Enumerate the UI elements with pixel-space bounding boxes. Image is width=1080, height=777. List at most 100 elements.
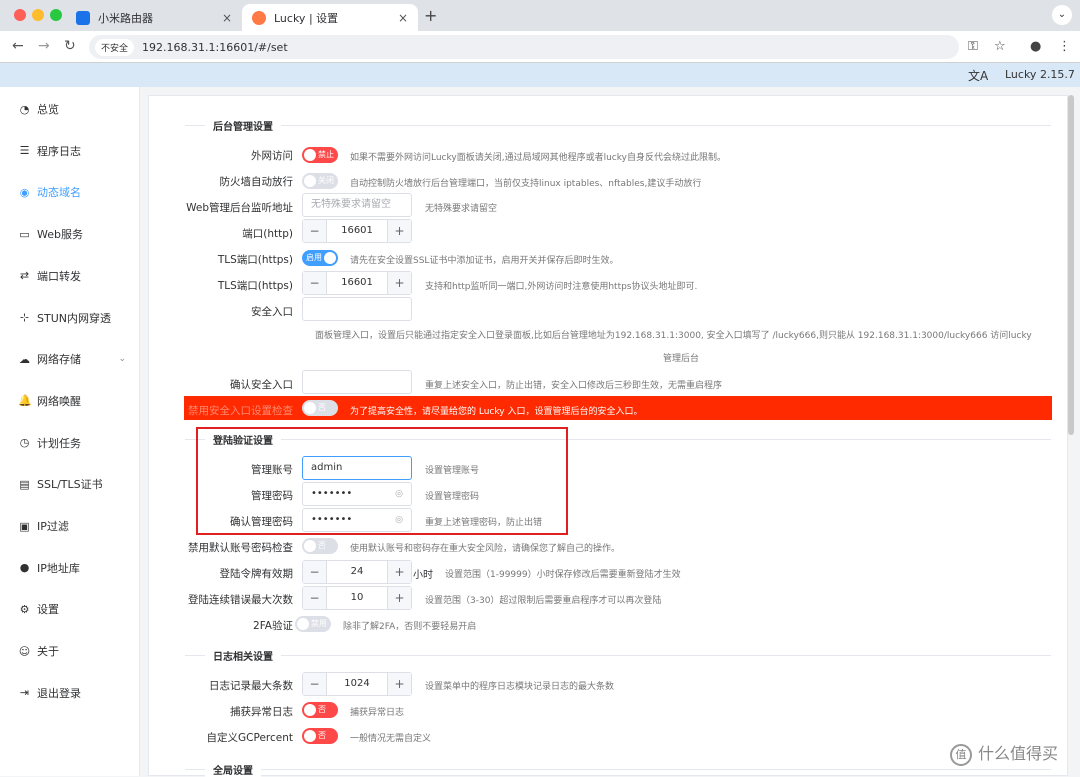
sidebar-item[interactable]: ◷ 计划任务 — [0, 423, 140, 463]
section-admin: 后台管理设置 — [185, 118, 1051, 133]
safe-entry-hint-2: 管理后台 — [663, 354, 700, 364]
watermark-text: 什么值得买 — [978, 744, 1059, 763]
safe-entry-input[interactable] — [302, 297, 412, 321]
tab-lucky-settings[interactable]: Lucky | 设置 × — [242, 4, 418, 31]
port-forward-icon: ⇄ — [19, 269, 30, 283]
maximize-window-icon[interactable] — [50, 9, 62, 21]
increment-button[interactable]: + — [387, 272, 411, 294]
token-stepper[interactable]: −24 + — [302, 560, 412, 584]
tab-close-icon[interactable]: × — [398, 11, 408, 25]
tab-close-icon[interactable]: × — [222, 11, 232, 25]
increment-button[interactable]: + — [387, 673, 411, 695]
decrement-button[interactable]: − — [303, 272, 327, 294]
cloud-icon: ☁ — [19, 352, 30, 366]
url-text[interactable]: 192.168.31.1:16601/#/set — [142, 41, 288, 54]
account-hint: 设置管理账号 — [425, 466, 480, 476]
sidebar-item[interactable]: ⇥ 退出登录 — [0, 673, 140, 713]
watermark: 值什么值得买 — [950, 740, 1058, 766]
tls-switch[interactable]: 启用 — [302, 250, 338, 266]
password-input[interactable]: ••••••• ◎ — [302, 482, 412, 506]
safe-warn-switch[interactable]: 否 — [302, 400, 338, 416]
minimize-window-icon[interactable] — [32, 9, 44, 21]
retry-stepper[interactable]: −10 + — [302, 586, 412, 610]
catch-log-switch[interactable]: 否 — [302, 702, 338, 718]
sidebar-item[interactable]: ▤ SSL/TLS证书 — [0, 464, 140, 504]
increment-button[interactable]: + — [387, 561, 411, 583]
sidebar-item-label: 退出登录 — [37, 686, 81, 700]
decrement-button[interactable]: − — [303, 561, 327, 583]
about-icon: ☺ — [18, 644, 31, 658]
password-label: 管理密码 — [251, 490, 293, 502]
safe-warn-label: 禁用安全入口设置检查 — [188, 405, 293, 417]
section-title: 后台管理设置 — [205, 118, 281, 133]
reload-icon[interactable]: ↻ — [64, 38, 76, 54]
scrollbar[interactable] — [1068, 95, 1074, 435]
wan-label: 外网访问 — [251, 150, 293, 162]
increment-button[interactable]: + — [387, 587, 411, 609]
sidebar-item[interactable]: ◔ 总览 — [0, 89, 140, 129]
sidebar-item[interactable]: ⚙ 设置 — [0, 589, 140, 629]
sidebar-item-label: IP过滤 — [37, 520, 69, 533]
catch-log-label: 捕获异常日志 — [230, 706, 293, 718]
decrement-button[interactable]: − — [303, 587, 327, 609]
chevron-down-icon[interactable]: ⌄ — [118, 354, 126, 364]
tab-label: 小米路由器 — [98, 11, 153, 25]
password-confirm-input[interactable]: ••••••• ◎ — [302, 508, 412, 532]
sidebar-item[interactable]: 🔔 网络唤醒 — [0, 381, 140, 421]
star-icon[interactable]: ☆ — [994, 39, 1006, 54]
safe-confirm-input[interactable] — [302, 370, 412, 394]
profile-icon[interactable]: ● — [1030, 39, 1041, 54]
insecure-badge[interactable]: 不安全 — [95, 38, 135, 56]
translate-icon[interactable]: 文A — [968, 67, 988, 84]
log-max-stepper[interactable]: −1024 + — [302, 672, 412, 696]
tab-list-chevron-icon[interactable]: ⌄ — [1052, 5, 1072, 25]
menu-icon[interactable]: ⋮ — [1058, 39, 1071, 54]
retry-hint: 设置范围（3-30）超过限制后需要重启程序才可以再次登陆 — [425, 596, 662, 606]
tab-xiaomi-router[interactable]: 小米路由器 × — [66, 4, 242, 31]
sidebar-item[interactable]: ⊹ STUN内网穿透 — [0, 298, 140, 338]
listen-label: Web管理后台监听地址 — [186, 202, 293, 214]
eye-icon[interactable]: ◎ — [395, 509, 403, 531]
twofa-switch[interactable]: 禁用 — [295, 616, 331, 632]
sidebar-item[interactable]: ☺ 关于 — [0, 631, 140, 671]
sidebar-item[interactable]: ⇄ 端口转发 — [0, 256, 140, 296]
forward-icon[interactable]: → — [38, 38, 50, 54]
close-window-icon[interactable] — [14, 9, 26, 21]
bell-icon: 🔔 — [18, 394, 32, 408]
back-icon[interactable]: ← — [12, 38, 24, 54]
sidebar-item[interactable]: ▣ IP过滤 — [0, 506, 140, 546]
sidebar-item[interactable]: ☁ 网络存储 ⌄ — [0, 339, 140, 379]
firewall-switch[interactable]: 关闭 — [302, 173, 338, 189]
tls-port-stepper[interactable]: −16601 + — [302, 271, 412, 295]
sidebar-item[interactable]: ▭ Web服务 — [0, 214, 140, 254]
gc-switch[interactable]: 否 — [302, 728, 338, 744]
sidebar-item[interactable]: ● IP地址库 — [0, 548, 140, 588]
token-hint: 设置范围（1-99999）小时保存修改后需要重新登陆才生效 — [445, 570, 681, 580]
filter-icon: ▣ — [19, 519, 30, 533]
default-check-label: 禁用默认账号密码检查 — [188, 542, 293, 554]
address-bar[interactable]: 不安全 192.168.31.1:16601/#/set — [89, 35, 959, 59]
http-port-stepper[interactable]: −16601 + — [302, 219, 412, 243]
safe-entry-label: 安全入口 — [251, 306, 293, 318]
decrement-button[interactable]: − — [303, 220, 327, 242]
twofa-hint: 除非了解2FA，否则不要轻易开启 — [343, 622, 477, 632]
wan-hint: 如果不需要外网访问Lucky面板请关闭,通过局域网其他程序或者lucky自身反代… — [350, 153, 726, 163]
key-icon[interactable]: ⚿ — [968, 39, 978, 54]
sidebar-item-label: SSL/TLS证书 — [37, 478, 103, 492]
web-icon: ▭ — [19, 227, 30, 241]
section-log: 日志相关设置 — [185, 648, 1051, 663]
decrement-button[interactable]: − — [303, 673, 327, 695]
app-header: 文A Lucky 2.15.7 — [0, 63, 1080, 87]
wifi-icon — [76, 10, 90, 25]
tab-label: Lucky | 设置 — [274, 11, 339, 25]
listen-input[interactable]: 无特殊要求请留空 — [302, 193, 412, 217]
account-input[interactable]: admin — [302, 456, 412, 480]
tls-port-label: TLS端口(https) — [217, 280, 293, 292]
default-check-switch[interactable]: 否 — [302, 538, 338, 554]
sidebar-item[interactable]: ◉ 动态域名 — [0, 172, 140, 212]
increment-button[interactable]: + — [387, 220, 411, 242]
sidebar-item[interactable]: ☰ 程序日志 — [0, 131, 140, 171]
eye-icon[interactable]: ◎ — [395, 483, 403, 505]
wan-switch[interactable]: 禁止 — [302, 147, 338, 163]
new-tab-button[interactable]: + — [424, 6, 437, 25]
